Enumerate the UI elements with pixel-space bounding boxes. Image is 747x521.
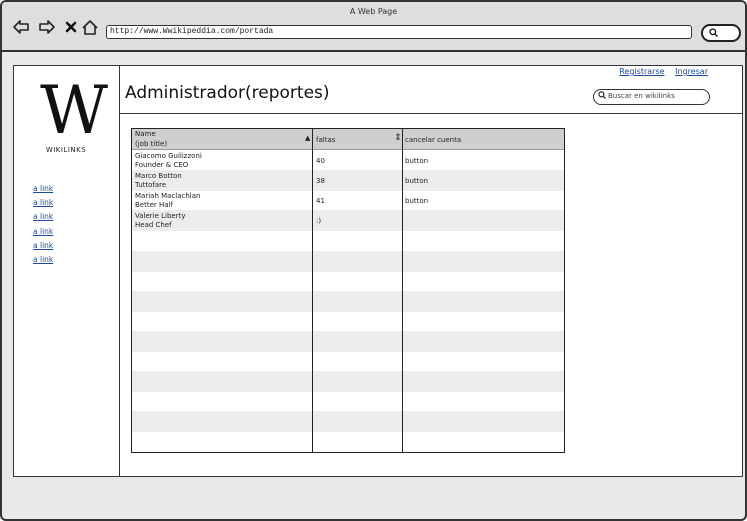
table-row xyxy=(132,311,564,332)
browser-search-button[interactable] xyxy=(701,24,741,42)
forward-arrow-icon[interactable] xyxy=(38,18,56,36)
table-row xyxy=(132,351,564,372)
sidebar-link[interactable]: a link xyxy=(33,196,53,210)
page-title: Administrador(reportes) xyxy=(125,83,330,103)
table-row: Valerie Liberty Head Chef:) xyxy=(132,210,564,232)
person-name: Giacomo Guilizzoni xyxy=(135,152,202,161)
table-row xyxy=(132,330,564,353)
close-icon[interactable] xyxy=(62,18,80,36)
cancel-account-button[interactable] xyxy=(405,210,555,231)
column-divider xyxy=(312,129,313,452)
wiki-search-input[interactable]: Buscar en wikilinks xyxy=(593,89,710,105)
sort-ascending-icon[interactable]: ▲ xyxy=(305,134,310,142)
cell-faltas: 38 xyxy=(316,176,325,185)
table-row: Mariah Maclachlan Better Half 41 button xyxy=(132,190,564,211)
search-icon xyxy=(598,91,606,104)
logo: W xyxy=(40,72,108,149)
search-icon xyxy=(709,28,718,40)
register-link[interactable]: Registrarse xyxy=(619,67,664,76)
cell-name: Mariah Maclachlan Better Half xyxy=(135,190,309,211)
header-divider xyxy=(120,113,742,114)
cell-name: Valerie Liberty Head Chef xyxy=(135,210,309,231)
column-divider xyxy=(402,129,403,452)
title-bar: A Web Page http://www.Wwikipeddia.com/po… xyxy=(2,2,745,52)
cell-name: Marco Botton Tuttofare xyxy=(135,170,309,191)
data-table: Name (job title) ▲ faltas ⇕ cancelar cue… xyxy=(131,128,565,453)
table-header: Name (job title) ▲ faltas ⇕ cancelar cue… xyxy=(132,129,564,150)
table-row xyxy=(132,290,564,312)
account-links: Registrarse Ingresar xyxy=(611,67,708,76)
sidebar-link[interactable]: a link xyxy=(33,225,53,239)
sidebar: W WIKILINKS a link a link a link a link … xyxy=(14,66,120,476)
home-icon[interactable] xyxy=(81,18,99,36)
table-row xyxy=(132,271,564,292)
sort-toggle-icon[interactable]: ⇕ xyxy=(394,133,402,143)
table-row xyxy=(132,371,564,393)
cell-name: Giacomo Guilizzoni Founder & CEO xyxy=(135,150,309,171)
person-name: Mariah Maclachlan xyxy=(135,192,201,201)
logo-text: WIKILINKS xyxy=(45,146,87,154)
back-arrow-icon[interactable] xyxy=(12,18,30,36)
cancel-account-button[interactable]: button xyxy=(405,150,555,171)
cell-faltas: 41 xyxy=(316,196,325,205)
sidebar-link[interactable]: a link xyxy=(33,182,53,196)
cell-faltas: 40 xyxy=(316,156,325,165)
table-row xyxy=(132,230,564,251)
cancel-account-button[interactable]: button xyxy=(405,170,555,191)
sidebar-link[interactable]: a link xyxy=(33,239,53,253)
person-name: Valerie Liberty xyxy=(135,212,186,221)
table-row: Giacomo Guilizzoni Founder & CEO 40 button xyxy=(132,150,564,171)
column-header-name[interactable]: Name (job title) xyxy=(135,130,305,151)
search-placeholder: Buscar en wikilinks xyxy=(608,92,675,100)
person-name: Marco Botton xyxy=(135,172,182,181)
sidebar-link[interactable]: a link xyxy=(33,253,53,267)
table-row: Marco Botton Tuttofare 38 button xyxy=(132,170,564,192)
cancel-account-button[interactable]: button xyxy=(405,190,555,211)
web-page: W WIKILINKS a link a link a link a link … xyxy=(13,65,743,477)
url-input[interactable]: http://www.Wwikipeddia.com/portada xyxy=(106,25,692,39)
window-title: A Web Page xyxy=(349,7,398,16)
person-title: Tuttofare xyxy=(135,180,167,189)
table-row xyxy=(132,411,564,433)
cell-faltas: :) xyxy=(316,216,322,225)
sidebar-link[interactable]: a link xyxy=(33,210,53,224)
login-link[interactable]: Ingresar xyxy=(675,67,708,76)
person-title: Better Half xyxy=(135,200,173,209)
table-row xyxy=(132,391,564,412)
browser-window: A Web Page http://www.Wwikipeddia.com/po… xyxy=(0,0,747,521)
sidebar-links: a link a link a link a link a link a lin… xyxy=(33,182,53,267)
person-title: Founder & CEO xyxy=(135,160,189,169)
table-row xyxy=(132,250,564,272)
person-title: Head Chef xyxy=(135,220,172,229)
